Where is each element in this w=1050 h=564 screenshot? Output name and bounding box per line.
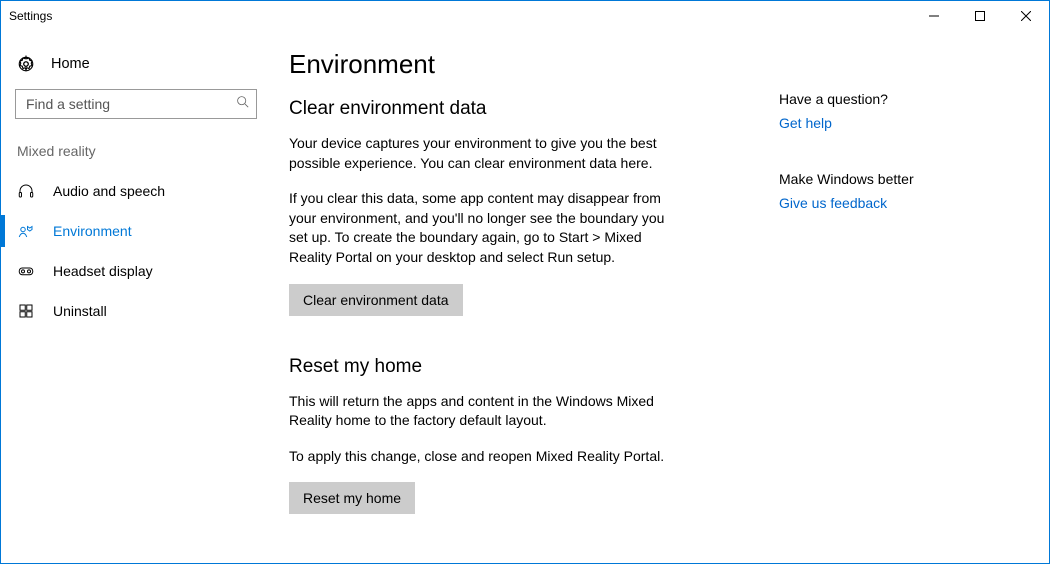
sidebar: Home Mixed reality Audio and speech Envi…	[1, 31, 271, 563]
titlebar: Settings	[1, 1, 1049, 31]
search-icon	[236, 95, 249, 113]
help-heading: Have a question?	[779, 91, 979, 107]
body-text: Your device captures your environment to…	[289, 134, 669, 173]
search-wrap	[15, 89, 257, 119]
home-button[interactable]: Home	[1, 47, 271, 89]
close-button[interactable]	[1003, 1, 1049, 31]
maximize-button[interactable]	[957, 1, 1003, 31]
section-heading: Reset my home	[289, 356, 759, 378]
content: Environment Clear environment data Your …	[271, 31, 1049, 563]
headset-icon	[17, 262, 35, 280]
close-icon	[1021, 11, 1031, 21]
sidebar-item-uninstall[interactable]: Uninstall	[1, 291, 271, 331]
section-clear-environment: Clear environment data Your device captu…	[289, 98, 759, 316]
window-title: Settings	[9, 9, 52, 23]
page-title: Environment	[289, 49, 759, 80]
get-help-link[interactable]: Get help	[779, 115, 979, 131]
sidebar-item-environment[interactable]: Environment	[1, 211, 271, 251]
uninstall-icon	[17, 302, 35, 320]
maximize-icon	[975, 11, 985, 21]
sidebar-item-label: Audio and speech	[53, 183, 165, 199]
environment-icon	[17, 222, 35, 240]
search-input[interactable]	[15, 89, 257, 119]
section-heading: Clear environment data	[289, 98, 759, 120]
minimize-icon	[929, 11, 939, 21]
sidebar-item-audio-and-speech[interactable]: Audio and speech	[1, 171, 271, 211]
category-label: Mixed reality	[1, 143, 271, 171]
section-reset-home: Reset my home This will return the apps …	[289, 356, 759, 515]
sidebar-item-label: Environment	[53, 223, 132, 239]
sidebar-item-label: Uninstall	[53, 303, 107, 319]
clear-environment-data-button[interactable]: Clear environment data	[289, 284, 463, 316]
minimize-button[interactable]	[911, 1, 957, 31]
body-text: This will return the apps and content in…	[289, 392, 669, 431]
gear-icon	[17, 55, 35, 73]
headphones-icon	[17, 182, 35, 200]
window-controls	[911, 1, 1049, 31]
body-text: To apply this change, close and reopen M…	[289, 447, 669, 467]
reset-my-home-button[interactable]: Reset my home	[289, 482, 415, 514]
give-feedback-link[interactable]: Give us feedback	[779, 195, 979, 211]
home-label: Home	[51, 56, 90, 72]
body-text: If you clear this data, some app content…	[289, 189, 669, 267]
feedback-heading: Make Windows better	[779, 171, 979, 187]
main-column: Environment Clear environment data Your …	[289, 49, 759, 563]
sidebar-item-headset-display[interactable]: Headset display	[1, 251, 271, 291]
help-column: Have a question? Get help Make Windows b…	[759, 49, 979, 563]
sidebar-item-label: Headset display	[53, 263, 153, 279]
